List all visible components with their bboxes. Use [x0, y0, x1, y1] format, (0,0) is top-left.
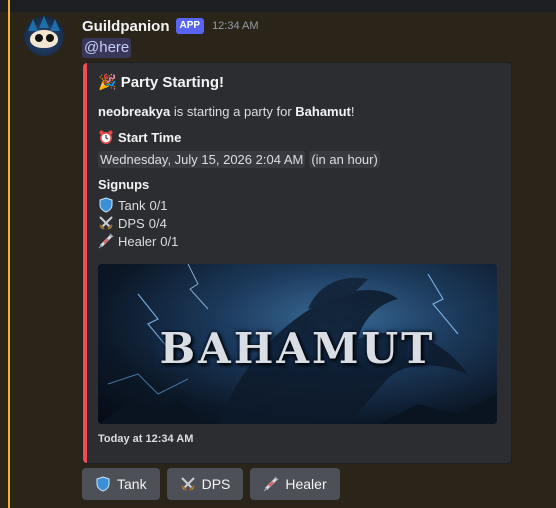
- description-middle: is starting a party for: [170, 104, 296, 119]
- start-time-label-row: Start Time: [98, 129, 181, 145]
- embed-title: Party Starting!: [120, 73, 225, 91]
- message-timestamp[interactable]: 12:34 AM: [212, 20, 258, 32]
- party-popper-icon: 🎉: [98, 74, 117, 91]
- signup-item-dps: DPS 0/4: [98, 215, 167, 231]
- avatar-spike: [50, 19, 60, 31]
- mention-highlight-bar: [8, 0, 10, 508]
- alarm-clock-icon: [99, 130, 113, 144]
- embed-description: neobreakya is starting a party for Baham…: [98, 104, 355, 119]
- here-mention[interactable]: @here: [82, 38, 132, 58]
- signup-count: 0/1: [160, 233, 179, 249]
- relative-time: in an hour: [315, 152, 374, 167]
- button-label: Tank: [117, 476, 147, 492]
- embed-title-row: 🎉 Party Starting!: [98, 73, 225, 92]
- message-header: Guildpanion APP 12:34 AM: [82, 16, 259, 36]
- target-name: Bahamut: [295, 104, 351, 119]
- start-time-value[interactable]: Wednesday, July 15, 2026 2:04 AM: [98, 151, 306, 168]
- signup-count: 0/1: [149, 197, 168, 213]
- avatar-spike: [39, 16, 49, 28]
- start-time-value-row: Wednesday, July 15, 2026 2:04 AM (in an …: [98, 151, 380, 168]
- app-badge: APP: [175, 18, 205, 34]
- embed-footer-timestamp: Today at 12:34 AM: [98, 433, 194, 445]
- tank-button[interactable]: Tank: [82, 468, 160, 500]
- top-divider: [0, 0, 556, 12]
- crossed-swords-icon: [180, 477, 195, 491]
- start-time-relative[interactable]: (in an hour): [309, 151, 380, 168]
- party-embed: 🎉 Party Starting! neobreakya is starting…: [82, 62, 512, 464]
- syringe-icon: [263, 476, 279, 492]
- avatar-spike: [28, 19, 38, 31]
- signup-item-healer: Healer 0/1: [98, 233, 178, 249]
- button-label: DPS: [201, 476, 231, 492]
- dps-button[interactable]: DPS: [166, 468, 244, 500]
- bahamut-banner-image[interactable]: BAHAMUT: [98, 264, 497, 424]
- signup-buttons-row: Tank DPS Healer: [82, 468, 340, 500]
- start-time-label: Start Time: [118, 129, 182, 145]
- username[interactable]: Guildpanion: [82, 18, 170, 35]
- shield-icon: [99, 197, 113, 213]
- organizer-name: neobreakya: [98, 104, 171, 119]
- avatar-eye: [35, 34, 43, 42]
- crossed-swords-icon: [99, 216, 113, 230]
- signup-role: Healer: [118, 233, 157, 249]
- signup-role: Tank: [118, 197, 146, 213]
- embed-accent-bar: [83, 63, 87, 463]
- signups-label: Signups: [98, 177, 149, 192]
- description-end: !: [350, 104, 355, 119]
- avatar[interactable]: [24, 16, 64, 56]
- message-container: Guildpanion APP 12:34 AM @here 🎉 Party S…: [0, 0, 556, 508]
- avatar-eye: [46, 34, 54, 42]
- signup-role: DPS: [118, 215, 145, 231]
- healer-button[interactable]: Healer: [250, 468, 340, 500]
- button-label: Healer: [285, 476, 327, 492]
- syringe-icon: [98, 233, 114, 249]
- signups-title: Signups: [98, 177, 150, 192]
- signup-item-tank: Tank 0/1: [98, 197, 168, 213]
- banner-title: BAHAMUT: [159, 324, 436, 373]
- signup-count: 0/4: [148, 215, 167, 231]
- shield-icon: [96, 476, 110, 492]
